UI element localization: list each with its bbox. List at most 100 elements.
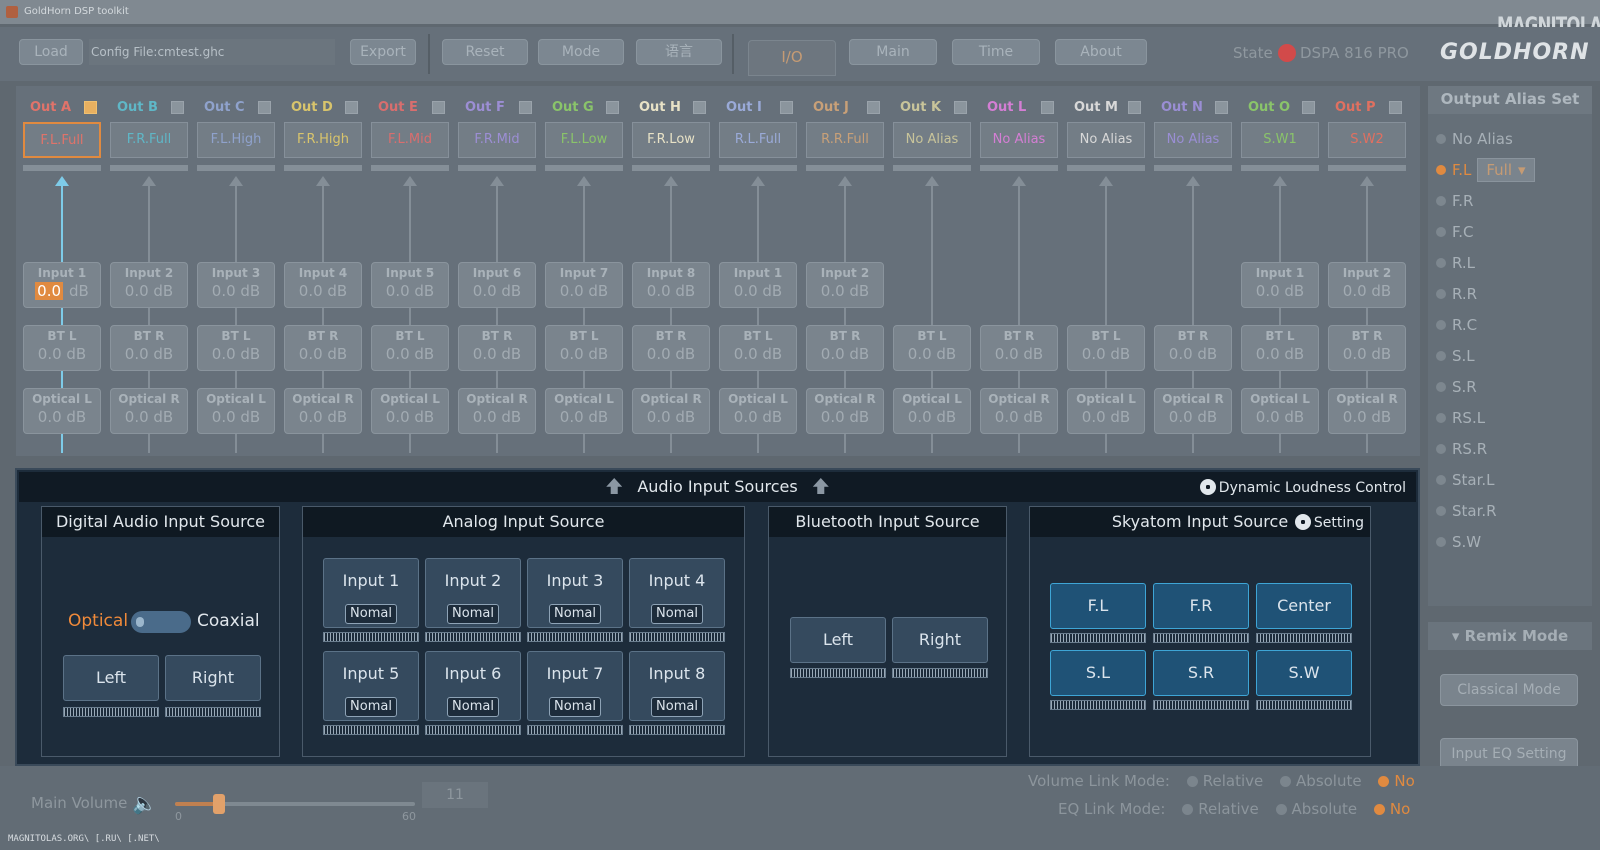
radio-relative[interactable] (1186, 776, 1198, 787)
alias-radio[interactable] (1436, 537, 1446, 547)
skyatom-channel-button[interactable]: S.W (1256, 650, 1352, 696)
gain-value[interactable]: 0.0 dB (807, 408, 883, 426)
tab-time[interactable]: Time (952, 39, 1040, 65)
input-gain-box[interactable]: Input 3 0.0 dB (197, 262, 275, 308)
gain-value[interactable]: 0.0 dB (1242, 345, 1318, 363)
input-gain-box[interactable]: BT R 0.0 dB (284, 325, 362, 371)
input-gain-box[interactable]: Optical R 0.0 dB (806, 388, 884, 434)
output-checkbox[interactable] (1389, 101, 1402, 114)
output-alias-button[interactable]: F.R.Full (110, 122, 188, 158)
gain-value[interactable]: 0.0 dB (633, 408, 709, 426)
output-checkbox[interactable] (84, 101, 97, 114)
output-alias-button[interactable]: No Alias (980, 122, 1058, 158)
skyatom-channel-button[interactable]: Center (1256, 583, 1352, 629)
export-button[interactable]: Export (350, 39, 416, 65)
input-gain-box[interactable]: BT L 0.0 dB (719, 325, 797, 371)
input-gain-box[interactable]: BT R 0.0 dB (980, 325, 1058, 371)
input-gain-box[interactable]: Optical L 0.0 dB (1241, 388, 1319, 434)
output-alias-button[interactable]: No Alias (1067, 122, 1145, 158)
input-gain-box[interactable]: BT R 0.0 dB (1328, 325, 1406, 371)
input-gain-box[interactable]: BT L 0.0 dB (371, 325, 449, 371)
tab-about[interactable]: About (1055, 39, 1147, 65)
output-checkbox[interactable] (258, 101, 271, 114)
input-gain-box[interactable]: Input 7 0.0 dB (545, 262, 623, 308)
alias-option[interactable]: F.R (1436, 192, 1473, 210)
gain-value[interactable]: 0.0 dB (372, 282, 448, 300)
alias-radio[interactable] (1436, 258, 1446, 268)
gain-value[interactable]: 0.0 dB (807, 282, 883, 300)
load-button[interactable]: Load (19, 39, 83, 65)
input-gain-box[interactable]: Optical L 0.0 dB (197, 388, 275, 434)
gain-value[interactable]: 0.0 dB (111, 282, 187, 300)
input-gain-box[interactable]: Input 6 0.0 dB (458, 262, 536, 308)
output-alias-button[interactable]: No Alias (1154, 122, 1232, 158)
input-gain-box[interactable]: Optical R 0.0 dB (1328, 388, 1406, 434)
output-checkbox[interactable] (345, 101, 358, 114)
alias-option[interactable]: F.L Full ▾ (1436, 158, 1535, 182)
gain-value[interactable]: 0.0 dB (285, 345, 361, 363)
input-gain-box[interactable]: BT L 0.0 dB (23, 325, 101, 371)
gain-value[interactable]: 0.0 dB (198, 345, 274, 363)
arrow-up-icon[interactable] (606, 478, 623, 494)
alias-radio[interactable] (1436, 196, 1446, 206)
gain-value[interactable]: 0.0 dB (1329, 282, 1405, 300)
analog-input-button[interactable]: Input 8 Nomal (629, 651, 725, 721)
gain-value[interactable]: 0.0 dB (372, 345, 448, 363)
gain-value[interactable]: 0.0 dB (894, 408, 970, 426)
radio-no[interactable] (1373, 804, 1385, 815)
analog-mode-button[interactable]: Nomal (447, 604, 499, 624)
input-gain-box[interactable]: Input 2 0.0 dB (806, 262, 884, 308)
mode-button[interactable]: Mode (538, 39, 624, 65)
output-checkbox[interactable] (432, 101, 445, 114)
output-alias-button[interactable]: F.L.Full (23, 122, 101, 158)
gain-value[interactable]: 0.0 dB (459, 282, 535, 300)
output-alias-button[interactable]: F.L.Low (545, 122, 623, 158)
output-alias-button[interactable]: F.L.High (197, 122, 275, 158)
speaker-icon[interactable]: 🔈 (132, 791, 162, 815)
input-gain-box[interactable]: Input 2 0.0 dB (1328, 262, 1406, 308)
gain-value[interactable]: 0.0 dB (285, 282, 361, 300)
bluetooth-right-button[interactable]: Right (892, 617, 988, 663)
alias-option[interactable]: Star.L (1436, 471, 1495, 489)
input-gain-box[interactable]: BT R 0.0 dB (806, 325, 884, 371)
skyatom-setting-button[interactable]: Setting (1294, 514, 1364, 531)
alias-option[interactable]: Star.R (1436, 502, 1497, 520)
alias-option[interactable]: R.L (1436, 254, 1475, 272)
gain-value[interactable]: 0.0 dB (459, 408, 535, 426)
output-alias-button[interactable]: S.W1 (1241, 122, 1319, 158)
input-gain-box[interactable]: Input 1 0.0 dB (719, 262, 797, 308)
skyatom-channel-button[interactable]: F.L (1050, 583, 1146, 629)
alias-radio[interactable] (1436, 506, 1446, 516)
gain-value[interactable]: 0.0 dB (894, 345, 970, 363)
input-gain-box[interactable]: Optical L 0.0 dB (23, 388, 101, 434)
input-gain-box[interactable]: BT R 0.0 dB (110, 325, 188, 371)
output-alias-button[interactable]: R.R.Full (806, 122, 884, 158)
input-gain-box[interactable]: Optical R 0.0 dB (110, 388, 188, 434)
alias-radio[interactable] (1436, 444, 1446, 454)
analog-input-button[interactable]: Input 7 Nomal (527, 651, 623, 721)
alias-radio[interactable] (1436, 289, 1446, 299)
analog-mode-button[interactable]: Nomal (549, 697, 601, 717)
skyatom-channel-button[interactable]: S.L (1050, 650, 1146, 696)
input-gain-box[interactable]: Optical R 0.0 dB (632, 388, 710, 434)
optical-coaxial-toggle[interactable] (131, 611, 191, 633)
gain-value[interactable]: 0.0 dB (1155, 408, 1231, 426)
output-checkbox[interactable] (954, 101, 967, 114)
analog-mode-button[interactable]: Nomal (549, 604, 601, 624)
radio-absolute[interactable] (1275, 804, 1287, 815)
gain-value[interactable]: 0.0 dB (1329, 408, 1405, 426)
alias-option[interactable]: R.R (1436, 285, 1477, 303)
alias-radio[interactable] (1436, 475, 1446, 485)
output-checkbox[interactable] (867, 101, 880, 114)
tab-io[interactable]: I/O (748, 40, 836, 76)
gain-value[interactable]: 0.0 dB (24, 408, 100, 426)
gain-value[interactable]: 0.0 dB (981, 345, 1057, 363)
gain-value[interactable]: 0.0 dB (546, 345, 622, 363)
dynamic-loudness-control[interactable]: Dynamic Loudness Control (1199, 479, 1406, 496)
gain-value[interactable]: 0.0 dB (720, 345, 796, 363)
input-gain-box[interactable]: Optical L 0.0 dB (371, 388, 449, 434)
output-alias-button[interactable]: F.L.Mid (371, 122, 449, 158)
arrow-up-icon[interactable] (812, 478, 829, 494)
analog-input-button[interactable]: Input 3 Nomal (527, 558, 623, 628)
input-gain-box[interactable]: Input 8 0.0 dB (632, 262, 710, 308)
